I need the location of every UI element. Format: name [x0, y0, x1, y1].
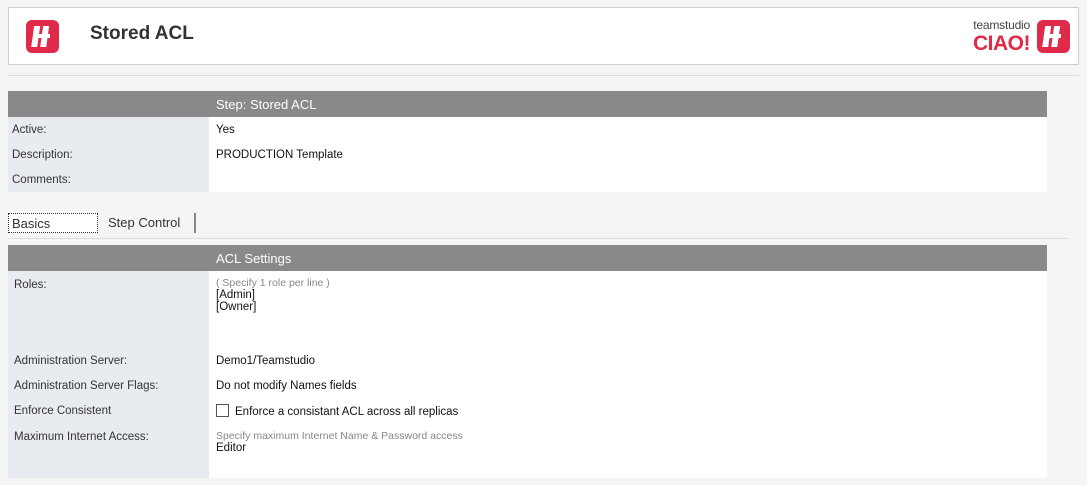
admin-server-row: Administration Server: Demo1/Teamstudio	[8, 348, 1047, 373]
tab-step-control[interactable]: Step Control	[102, 213, 196, 233]
admin-flags-value: Do not modify Names fields	[216, 380, 357, 392]
roles-label: Roles:	[8, 271, 209, 348]
role-item: [Admin]	[216, 289, 255, 301]
description-row: Description: PRODUCTION Template	[8, 142, 1047, 167]
max-access-hint: Specify maximum Internet Name & Password…	[216, 430, 463, 442]
enforce-value: Enforce a consistant ACL across all repl…	[209, 398, 1047, 423]
description-label: Description:	[8, 142, 209, 167]
app-header: Stored ACL teamstudio CIAO!	[8, 7, 1079, 65]
acl-section-title: ACL Settings	[216, 250, 292, 266]
page-title: Stored ACL	[90, 23, 194, 44]
active-label: Active:	[8, 117, 209, 142]
roles-row: Roles: ( Specify 1 role per line ) [Admi…	[8, 271, 1047, 348]
enforce-label: Enforce Consistent	[8, 398, 209, 423]
acl-section-header: ACL Settings	[8, 245, 1047, 271]
header-divider	[8, 75, 1079, 76]
admin-server-label: Administration Server:	[8, 348, 209, 373]
description-value: PRODUCTION Template	[216, 149, 343, 161]
active-value: Yes	[216, 124, 235, 136]
step-section-title: Step: Stored ACL	[216, 96, 317, 112]
max-access-value: Specify maximum Internet Name & Password…	[209, 423, 1047, 478]
acl-settings-section: ACL Settings Roles: ( Specify 1 role per…	[8, 245, 1047, 478]
step-section: Step: Stored ACL Active: Yes Description…	[8, 91, 1047, 192]
max-access-row: Maximum Internet Access: Specify maximum…	[8, 423, 1047, 478]
active-row: Active: Yes	[8, 117, 1047, 142]
admin-flags-label: Administration Server Flags:	[8, 373, 209, 398]
tab-bar-underline	[8, 238, 1068, 239]
brand-teamstudio-text: teamstudio	[973, 18, 1030, 32]
enforce-checkbox-label[interactable]: Enforce a consistant ACL across all repl…	[235, 406, 458, 418]
enforce-row: Enforce Consistent Enforce a consistant …	[8, 398, 1047, 423]
roles-value[interactable]: ( Specify 1 role per line ) [Admin] [Own…	[209, 271, 1047, 348]
comments-row: Comments:	[8, 167, 1047, 192]
roles-hint: ( Specify 1 role per line )	[216, 277, 330, 289]
teamstudio-logo-icon	[26, 20, 59, 53]
tab-bar: Basics Step Control	[8, 213, 196, 235]
max-access-label: Maximum Internet Access:	[8, 423, 209, 478]
step-section-header: Step: Stored ACL	[8, 91, 1047, 117]
comments-label: Comments:	[8, 167, 209, 192]
max-access-level[interactable]: Editor	[216, 442, 1047, 454]
comments-value	[209, 167, 1047, 192]
enforce-consistent-checkbox[interactable]	[216, 404, 229, 417]
brand-ciao-text: CIAO!	[973, 32, 1031, 55]
role-item: [Owner]	[216, 301, 257, 313]
tab-basics[interactable]: Basics	[8, 213, 98, 233]
ciao-logo-icon	[1037, 20, 1070, 53]
admin-flags-row: Administration Server Flags: Do not modi…	[8, 373, 1047, 398]
admin-server-value: Demo1/Teamstudio	[216, 355, 316, 367]
